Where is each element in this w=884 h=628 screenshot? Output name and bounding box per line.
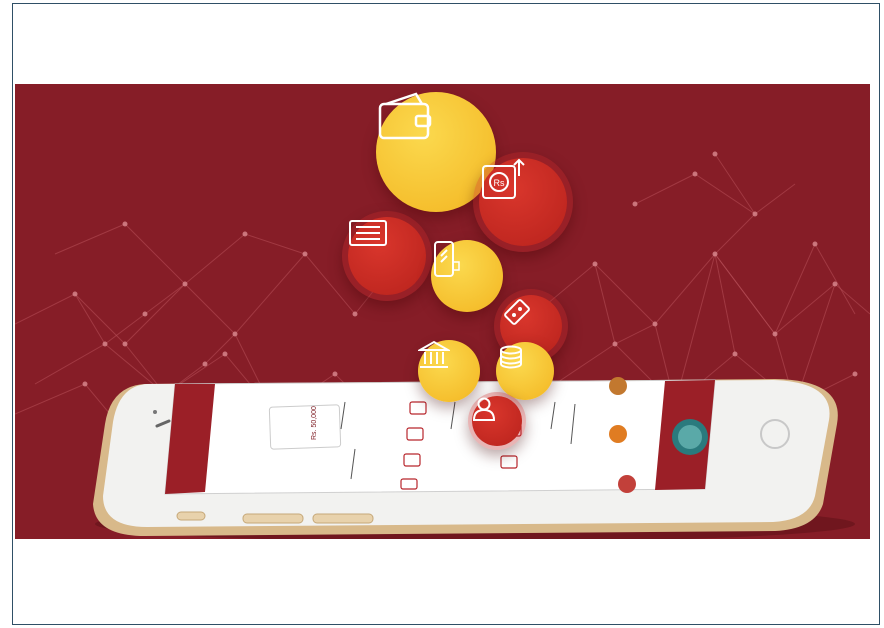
mobile-recharge-icon — [431, 240, 503, 312]
coins-icon — [496, 342, 554, 400]
svg-text:Rs: Rs — [494, 178, 505, 188]
rupee-withdraw-icon: Rs — [473, 152, 573, 252]
user-icon — [468, 392, 526, 450]
hero-banner: Rs Rs. 50,000 — [15, 84, 870, 539]
ticket-icon — [342, 211, 432, 301]
balance-card-text: Rs. 50,000 — [311, 406, 318, 440]
bank-icon — [418, 340, 480, 402]
